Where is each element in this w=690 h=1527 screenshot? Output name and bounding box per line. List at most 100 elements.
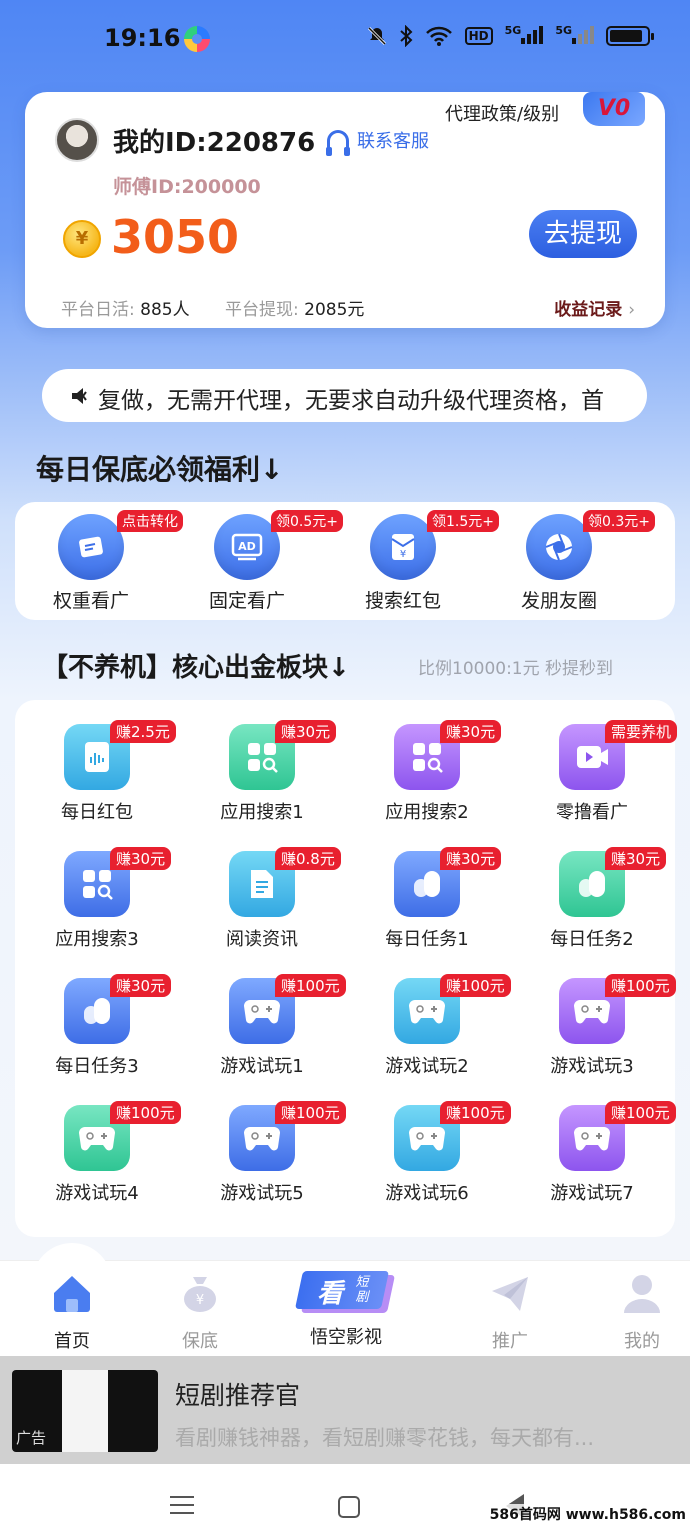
core-item[interactable]: 赚30元 每日任务3	[22, 974, 172, 1078]
core-item-tag: 赚100元	[275, 1101, 346, 1124]
menu-icon[interactable]	[170, 1496, 194, 1514]
core-item[interactable]: 赚30元每日任务1	[352, 847, 502, 951]
core-item[interactable]: 赚0.8元 阅读资讯	[187, 847, 341, 951]
chevron-right-icon: ›	[628, 300, 635, 320]
tab-label: 我的	[624, 1331, 660, 1352]
core-item[interactable]: 赚30元每日任务2	[517, 847, 667, 951]
welfare-item-search-red-envelope[interactable]: ¥ 领1.5元+ 搜索红包	[343, 510, 499, 613]
bluetooth-icon	[399, 25, 413, 47]
home-square-icon[interactable]	[338, 1496, 360, 1518]
tab-guarantee[interactable]: ¥ 保底	[150, 1271, 250, 1353]
signal-5g-icon-2: 5G	[555, 24, 594, 48]
core-item-label: 应用搜索1	[220, 802, 304, 823]
earnings-record-link[interactable]: 收益记录 ›	[554, 295, 635, 320]
welfare-tag: 领0.5元+	[271, 510, 343, 532]
svg-text:¥: ¥	[400, 549, 406, 560]
core-item[interactable]: 赚100元游戏试玩2	[352, 974, 511, 1078]
tab-label: 推广	[492, 1331, 528, 1352]
core-item-label: 游戏试玩5	[220, 1183, 304, 1204]
speaker-icon	[72, 388, 87, 404]
core-item-tag: 赚100元	[440, 974, 511, 997]
level-badge[interactable]: V0	[583, 92, 645, 126]
core-item-tag: 赚30元	[440, 720, 502, 743]
welfare-item-moments[interactable]: 领0.3元+ 发朋友圈	[499, 510, 655, 613]
core-item-label: 游戏试玩6	[385, 1183, 469, 1204]
core-item-tag: 赚30元	[275, 720, 337, 743]
core-item-label: 应用搜索2	[385, 802, 469, 823]
core-item-tag: 赚30元	[440, 847, 502, 870]
tab-label: 首页	[54, 1331, 90, 1352]
core-item[interactable]: 需要养机 零撸看广	[517, 720, 678, 824]
welfare-label: 固定看广	[208, 590, 285, 612]
platform-withdraw-value: 2085元	[304, 300, 365, 320]
tab-home[interactable]: 首页	[22, 1271, 122, 1353]
balance-amount: 3050	[111, 210, 240, 264]
notice-bar[interactable]: 复做，无需开代理，无要求自动升级代理资格，首	[42, 369, 647, 422]
svg-text:AD: AD	[238, 540, 256, 553]
welfare-item-weighted-ads[interactable]: 点击转化 权重看广	[31, 510, 183, 613]
core-item[interactable]: 赚30元应用搜索2	[352, 720, 502, 824]
wifi-icon	[425, 26, 452, 46]
core-item-label: 每日任务1	[385, 929, 469, 950]
core-grid-card: 赚2.5元 每日红包 赚30元 应用搜索1 赚30元 应用搜索2 需要养机 零撸看广 赚30元应…	[15, 700, 678, 1237]
ad-thumbnail: 广告	[12, 1370, 158, 1452]
status-bar: 19:16 HD 5G 5G	[0, 0, 690, 80]
core-section-title: 【不养机】核心出金板块↓	[42, 653, 350, 683]
ad-label: 广告	[16, 1429, 47, 1447]
status-time: 19:16	[104, 24, 181, 52]
tab-label: 保底	[182, 1331, 218, 1352]
core-item-label: 游戏试玩1	[220, 1056, 304, 1077]
core-item[interactable]: 赚30元 应用搜索3	[22, 847, 172, 951]
hd-icon: HD	[464, 27, 493, 45]
core-item-label: 阅读资讯	[226, 929, 298, 950]
money-bag-icon: ¥	[184, 1277, 216, 1312]
platform-withdraw-label: 平台提现:	[225, 300, 299, 320]
core-item-tag: 赚30元	[110, 974, 172, 997]
core-item[interactable]: 赚30元应用搜索1	[187, 720, 337, 824]
core-item[interactable]: 赚100元游戏试玩6	[352, 1101, 511, 1205]
core-item-label: 每日任务2	[550, 929, 634, 950]
tab-profile[interactable]: 我的	[592, 1271, 690, 1353]
core-item-tag: 赚100元	[440, 1101, 511, 1124]
withdraw-button[interactable]: 去提现	[529, 210, 637, 258]
watermark: 586首码网 www.h586.com	[489, 1504, 686, 1524]
welfare-tag: 领1.5元+	[427, 510, 499, 532]
platform-stats: 平台日活: 885人 平台提现: 2085元	[61, 295, 394, 320]
core-item-label: 游戏试玩2	[385, 1056, 469, 1077]
earnings-record-label: 收益记录	[554, 300, 623, 320]
tab-wukong-video[interactable]: 看 短剧 悟空影视	[288, 1271, 404, 1349]
avatar[interactable]	[55, 118, 99, 162]
core-item-tag: 赚100元	[605, 974, 676, 997]
core-item[interactable]: 赚100元 游戏试玩3	[517, 974, 676, 1078]
core-item-tag: 赚100元	[110, 1101, 181, 1124]
core-item-tag: 赚30元	[605, 847, 667, 870]
welfare-label: 搜索红包	[364, 590, 441, 612]
agent-policy-link[interactable]: 代理政策/级别	[445, 100, 559, 126]
svg-text:¥: ¥	[196, 1293, 204, 1308]
core-item[interactable]: 赚2.5元每日红包	[22, 720, 176, 824]
core-item-label: 游戏试玩7	[550, 1183, 634, 1204]
core-item[interactable]: 赚100元游戏试玩1	[187, 974, 346, 1078]
welfare-label: 权重看广	[52, 590, 129, 612]
welfare-label: 发朋友圈	[520, 590, 597, 612]
tab-promote[interactable]: 推广	[460, 1271, 560, 1353]
master-id: 师傅ID:200000	[113, 176, 261, 198]
contact-service-link[interactable]: 联系客服	[326, 127, 429, 156]
core-item[interactable]: 赚100元游戏试玩5	[187, 1101, 346, 1205]
core-item[interactable]: 赚100元 游戏试玩4	[22, 1101, 181, 1205]
app-notification-icon	[184, 26, 210, 52]
ad-banner[interactable]: 广告 短剧推荐官 看剧赚钱神器，看短剧赚零花钱，每天都有...	[0, 1356, 690, 1464]
core-section-subtitle: 比例10000:1元 秒提秒到	[418, 659, 614, 679]
core-item-tag: 赚30元	[110, 847, 172, 870]
network-type-1: 5G	[504, 24, 522, 37]
core-item-tag: 赚100元	[275, 974, 346, 997]
core-item-label: 每日红包	[61, 802, 133, 823]
ad-thumbnail-image	[62, 1370, 108, 1452]
welfare-item-fixed-ads[interactable]: AD 领0.5元+ 固定看广	[187, 510, 343, 613]
core-item[interactable]: 赚100元游戏试玩7	[517, 1101, 676, 1205]
welfare-card: 点击转化 权重看广 AD 领0.5元+ 固定看广 ¥ 领1.5元+ 搜索红包 领…	[15, 502, 675, 620]
core-item-tag: 赚2.5元	[110, 720, 176, 743]
core-item-tag: 赚100元	[605, 1101, 676, 1124]
paper-plane-icon	[492, 1277, 528, 1311]
welfare-section-title: 每日保底必领福利↓	[36, 453, 284, 486]
